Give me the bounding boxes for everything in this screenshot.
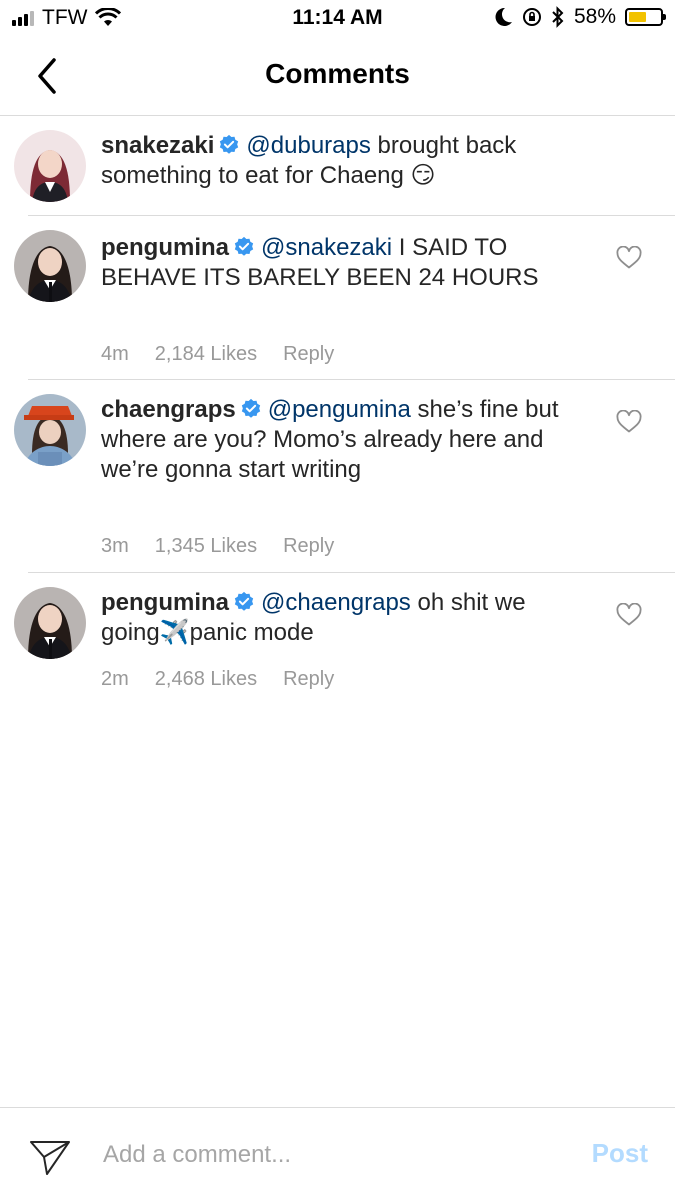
- comment-text: pengumina @snakezaki I SAID TO BEHAVE ITS…: [101, 233, 571, 293]
- post-button[interactable]: Post: [592, 1138, 648, 1169]
- comment-item: chaengraps @pengumina she’s fine but wher…: [0, 380, 675, 572]
- comment-mention[interactable]: @snakezaki: [261, 234, 392, 261]
- comment-likes[interactable]: 2,184 Likes: [155, 343, 257, 365]
- comment-likes[interactable]: 2,468 Likes: [155, 668, 257, 690]
- comment-text: chaengraps @pengumina she’s fine but wher…: [101, 395, 571, 485]
- comment-mention[interactable]: @duburaps: [246, 132, 370, 159]
- page-title: Comments: [265, 58, 410, 89]
- avatar[interactable]: [14, 230, 86, 302]
- comment-item: pengumina @snakezaki I SAID TO BEHAVE ITS…: [0, 216, 675, 379]
- direct-send-icon[interactable]: [28, 1134, 72, 1178]
- comment-mention[interactable]: @pengumina: [268, 396, 411, 423]
- comment-username[interactable]: snakezaki: [101, 132, 214, 159]
- comment-input[interactable]: [103, 1136, 543, 1174]
- verified-badge-icon: [241, 398, 260, 418]
- verified-badge-icon: [234, 591, 254, 611]
- comment-composer: Post: [0, 1107, 675, 1201]
- comment-username[interactable]: pengumina: [101, 589, 229, 616]
- comment-username[interactable]: chaengraps: [101, 396, 236, 423]
- comment-text: snakezaki @duburaps brought back somethin…: [101, 131, 571, 191]
- nav-bar: Comments: [0, 38, 675, 116]
- battery-percent: 58%: [573, 5, 616, 28]
- avatar[interactable]: [14, 130, 86, 202]
- reply-button[interactable]: Reply: [283, 668, 334, 690]
- comment-text: pengumina @chaengraps oh shit we going✈️p…: [101, 588, 571, 648]
- reply-button[interactable]: Reply: [283, 535, 334, 557]
- reply-button[interactable]: Reply: [283, 343, 334, 365]
- comment-time: 2m: [101, 668, 129, 690]
- comment-time: 4m: [101, 343, 129, 365]
- comment-item: pengumina @chaengraps oh shit we going✈️p…: [0, 573, 675, 703]
- bluetooth-icon: [552, 6, 564, 28]
- heart-icon[interactable]: [616, 603, 642, 627]
- comment-time: 3m: [101, 535, 129, 557]
- comment-meta: 2m 2,468 Likes Reply: [101, 668, 360, 691]
- verified-badge-icon: [220, 134, 239, 154]
- verified-badge-icon: [234, 236, 254, 256]
- heart-icon[interactable]: [616, 410, 642, 434]
- comment-username[interactable]: pengumina: [101, 234, 229, 261]
- avatar[interactable]: [14, 394, 86, 466]
- comment-mention[interactable]: @chaengraps: [261, 589, 411, 616]
- comment-item: snakezaki @duburaps brought back somethin…: [0, 116, 675, 215]
- rotation-lock-icon: [522, 8, 541, 26]
- status-bar: TFW 11:14 AM 58%: [0, 0, 675, 38]
- comment-meta: 4m 2,184 Likes Reply: [101, 343, 360, 366]
- battery-fill: [629, 12, 647, 22]
- heart-icon[interactable]: [616, 246, 642, 270]
- comment-meta: 3m 1,345 Likes Reply: [101, 535, 360, 558]
- avatar[interactable]: [14, 587, 86, 659]
- battery-icon: [625, 8, 666, 26]
- moon-icon: [495, 7, 512, 26]
- comment-likes[interactable]: 1,345 Likes: [155, 535, 257, 557]
